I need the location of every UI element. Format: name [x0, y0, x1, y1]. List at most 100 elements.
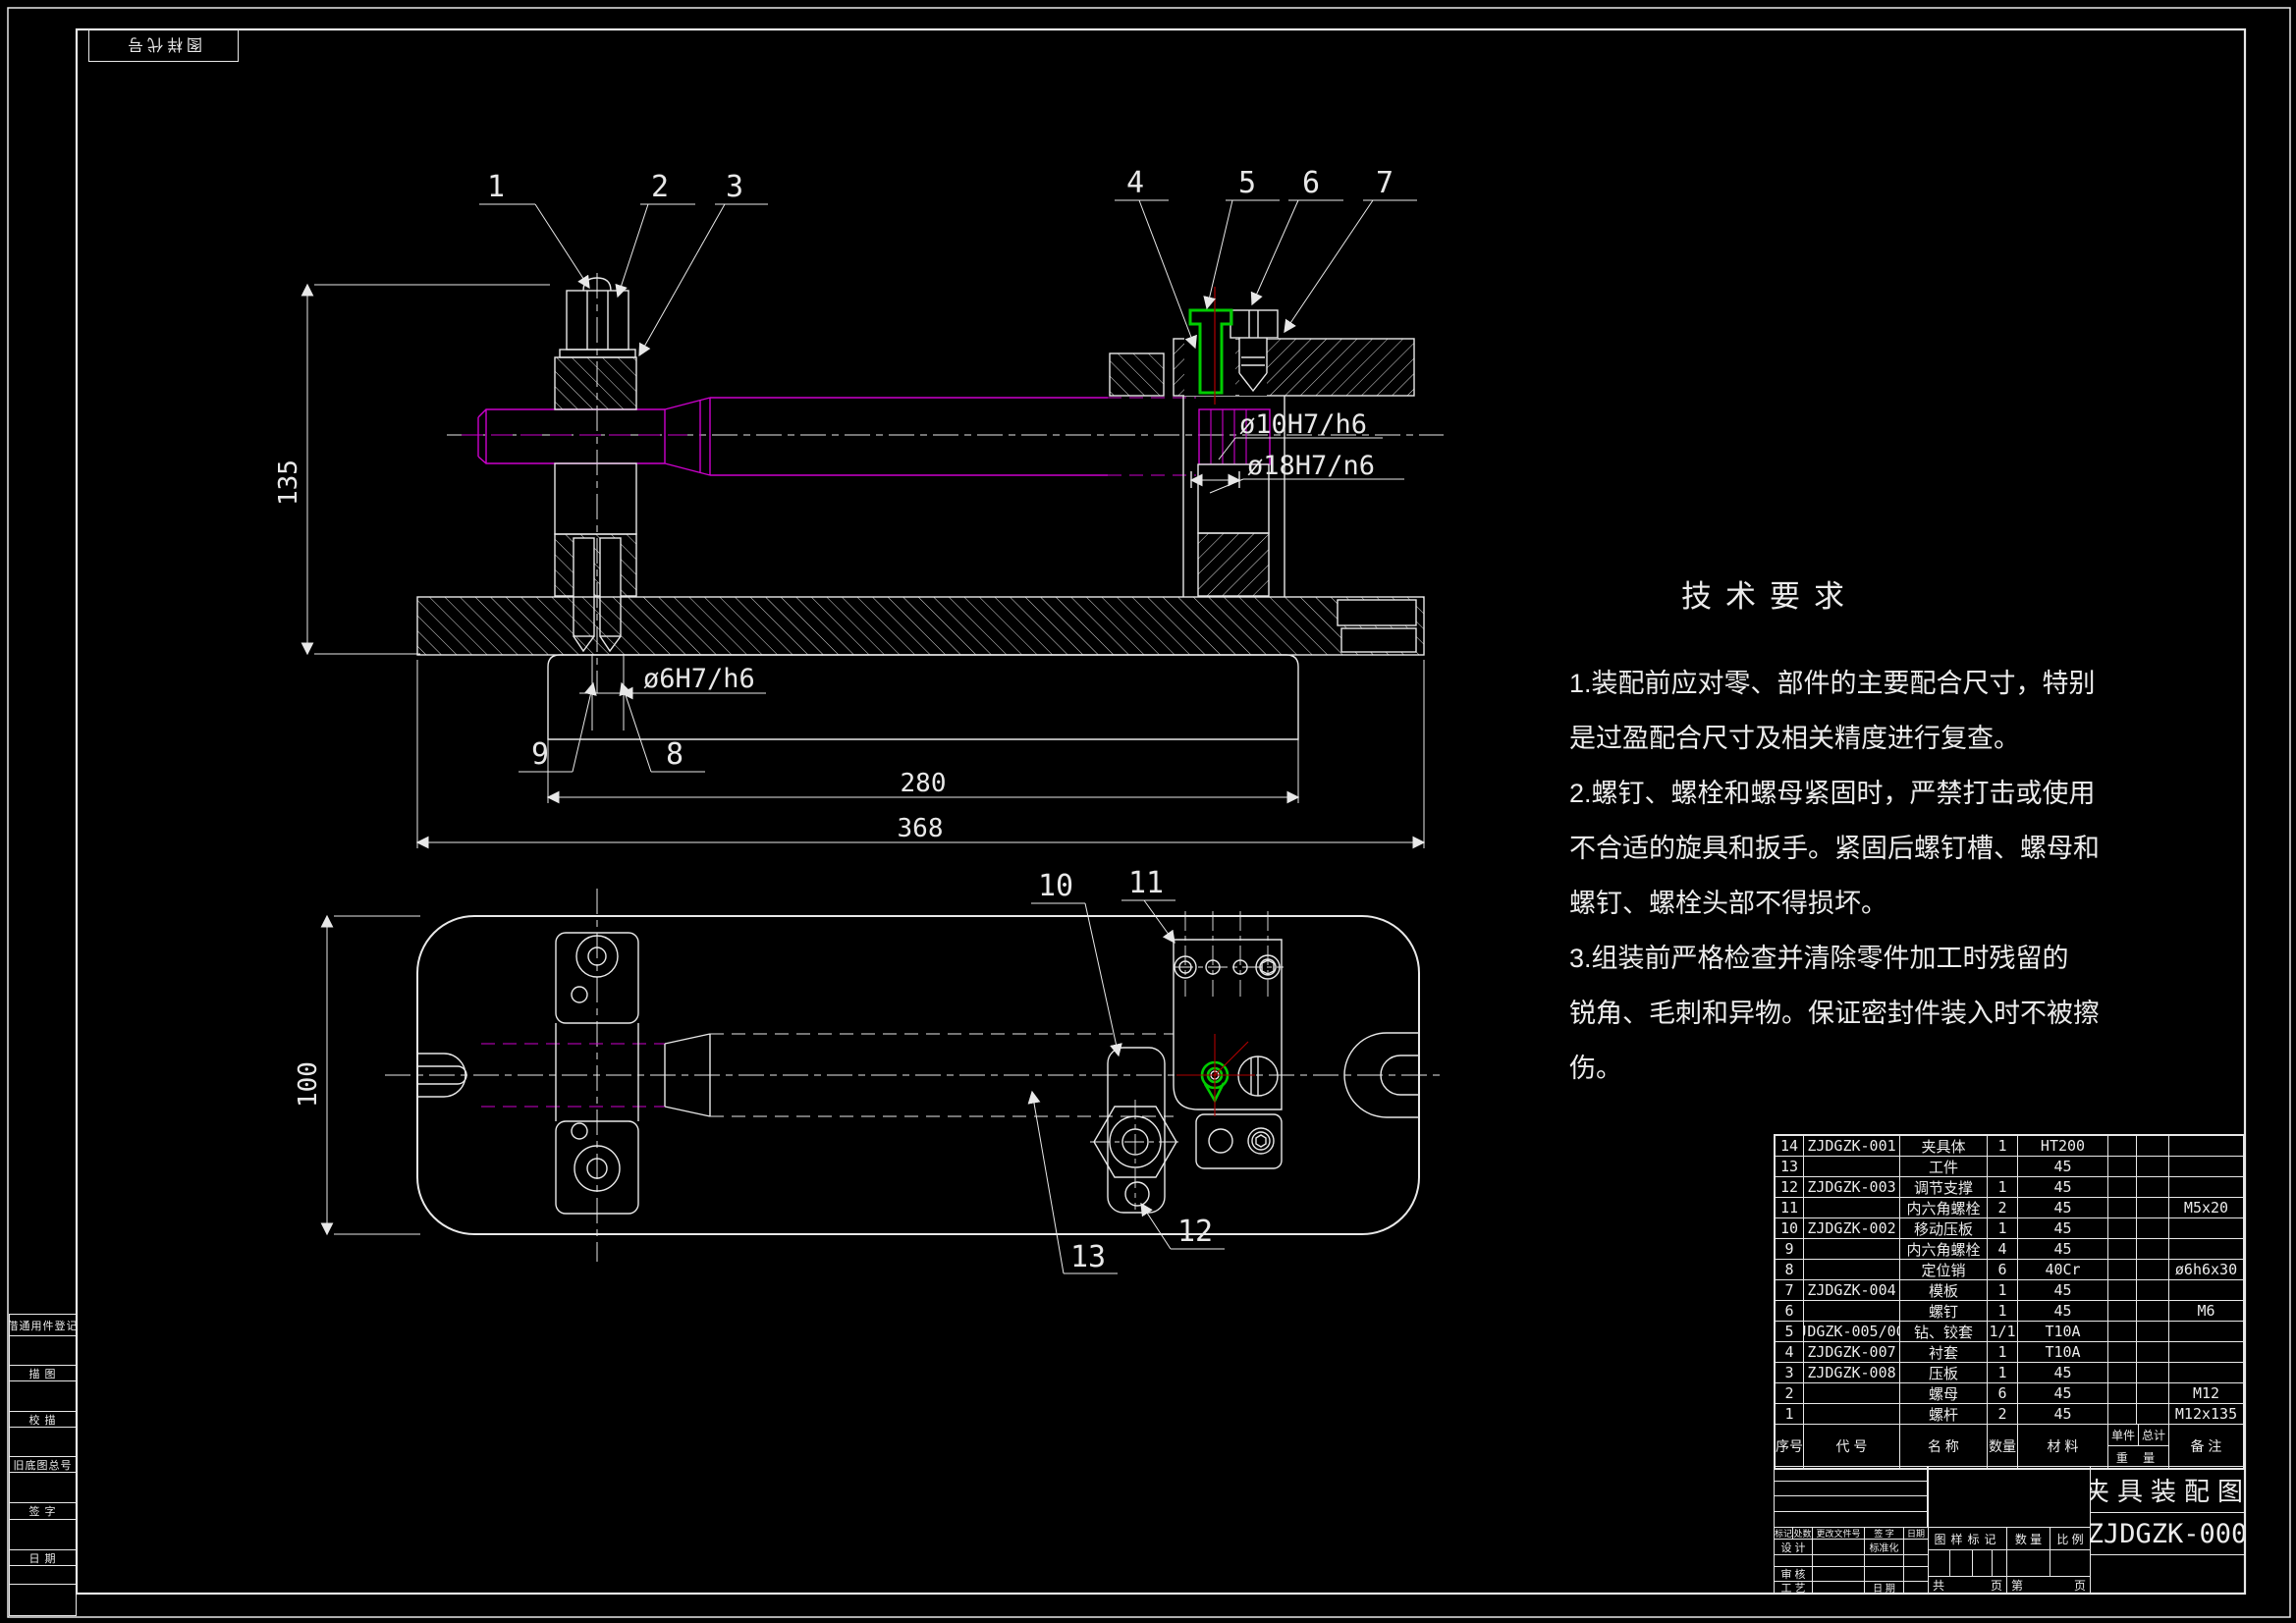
bom-cell-material: 45: [2018, 1198, 2108, 1217]
tb-process-val: [1812, 1581, 1865, 1594]
bom-cell-unit: [2108, 1363, 2137, 1382]
note-line: 1.装配前应对零、部件的主要配合尺寸，特别: [1569, 656, 2159, 711]
tb-sheet-page2-label: 页: [2074, 1577, 2086, 1594]
bom-cell-remark: [2169, 1239, 2243, 1259]
bom-cell-code: [1804, 1260, 1900, 1279]
bom-cell-qty: 1: [1988, 1280, 2018, 1300]
tb-design: 设 计: [1774, 1539, 1813, 1555]
bom-cell-remark: [2169, 1136, 2243, 1156]
tb-empty: [1949, 1549, 1973, 1577]
bom-cell-code: ZJDGZK-007: [1804, 1342, 1900, 1362]
tb-empty: [2006, 1549, 2050, 1577]
plan-view: [327, 889, 1446, 1273]
callout-6: 6: [1302, 166, 1320, 200]
bom-cell-total: [2137, 1322, 2169, 1341]
tb-empty: [1864, 1566, 1904, 1582]
bom-cell-name: 内六角螺栓: [1900, 1239, 1988, 1259]
bom-header-total: 总计: [2139, 1425, 2168, 1445]
bom-row: 8 定位销 6 40Cr ø6h6x30: [1776, 1260, 2243, 1280]
bom-cell-qty: 1/1: [1988, 1322, 2018, 1341]
bom-cell-name: 定位销: [1900, 1260, 1988, 1279]
tb-empty: [1972, 1549, 1993, 1577]
note-line: 锐角、毛刺和异物。保证密封件装入时不被擦: [1569, 986, 2159, 1041]
bom-cell-no: 4: [1776, 1342, 1804, 1362]
callout-1: 1: [487, 170, 505, 204]
bom-cell-qty: [1988, 1157, 2018, 1176]
note-line: 不合适的旋具和扳手。紧固后螺钉槽、螺母和: [1569, 821, 2159, 876]
bom-cell-total: [2137, 1198, 2169, 1217]
bom-row: 4 ZJDGZK-007 衬套 1 T10A: [1776, 1342, 2243, 1363]
callout-leaders-front: [479, 200, 1417, 772]
bom-header-no: 序号: [1776, 1425, 1804, 1468]
bom-cell-no: 14: [1776, 1136, 1804, 1156]
bom-cell-material: 45: [2018, 1404, 2108, 1424]
note-line: 螺钉、螺栓头部不得损坏。: [1569, 876, 2159, 931]
tb-empty: [1992, 1549, 2007, 1577]
tb-process: 工 艺: [1774, 1581, 1813, 1594]
callout-8: 8: [666, 737, 683, 772]
callout-3: 3: [726, 170, 743, 204]
bom-cell-qty: 1: [1988, 1363, 2018, 1382]
bom-cell-remark: M12x135: [2169, 1404, 2243, 1424]
callout-12: 12: [1177, 1215, 1213, 1249]
drill-plate-plan: [1174, 911, 1284, 1168]
bom-cell-total: [2137, 1157, 2169, 1176]
bom-cell-no: 6: [1776, 1301, 1804, 1321]
bom-cell-no: 5: [1776, 1322, 1804, 1341]
bom-cell-qty: 2: [1988, 1198, 2018, 1217]
strip-corner-block: [9, 1584, 77, 1616]
bom-cell-total: [2137, 1136, 2169, 1156]
bom-cell-total: [2137, 1218, 2169, 1238]
bom-cell-code: ZJDGZK-008: [1804, 1363, 1900, 1382]
bom-cell-material: T10A: [2018, 1342, 2108, 1362]
rev-row: [1774, 1481, 1928, 1496]
bom-cell-name: 衬套: [1900, 1342, 1988, 1362]
corner-code-box: 图样代号: [88, 29, 239, 62]
bom-cell-unit: [2108, 1404, 2137, 1424]
rev-row: [1774, 1511, 1928, 1528]
callout-11: 11: [1128, 866, 1164, 900]
tb-design-val: [1812, 1539, 1865, 1555]
strip-empty-2: [9, 1380, 77, 1412]
dim-fit-pin-text: ø6H7/h6: [643, 664, 755, 694]
bom-cell-remark: [2169, 1280, 2243, 1300]
bom-cell-remark: [2169, 1157, 2243, 1176]
bom-header-weight-group: 单件 总计 重 量: [2108, 1425, 2169, 1468]
bom-row: 11 内六角螺栓 2 45 M5x20: [1776, 1198, 2243, 1218]
bom-cell-no: 13: [1776, 1157, 1804, 1176]
fixture-body: [417, 597, 1424, 739]
strip-empty-5: [9, 1519, 77, 1550]
bom-cell-remark: [2169, 1322, 2243, 1341]
bom-cell-material: 45: [2018, 1218, 2108, 1238]
bom-cell-total: [2137, 1239, 2169, 1259]
bom-table: 14 ZJDGZK-001 夹具体 1 HT200 13 工件 45 12 ZJ…: [1774, 1134, 2245, 1470]
tb-stamp: 图样标记: [1928, 1527, 2007, 1550]
bom-cell-total: [2137, 1404, 2169, 1424]
rev-row: [1774, 1466, 1928, 1482]
bom-cell-code: ZJDGZK-005/006: [1804, 1322, 1900, 1341]
adjustable-support: [555, 278, 636, 730]
bom-row: 3 ZJDGZK-008 压板 1 45: [1776, 1363, 2243, 1383]
bom-header-row: 序号 代 号 名 称 数量 材 料 单件 总计 重 量 备 注: [1776, 1425, 2243, 1468]
callout-13: 13: [1070, 1240, 1106, 1274]
bom-cell-remark: M12: [2169, 1383, 2243, 1403]
callout-2: 2: [651, 170, 669, 204]
callout-9: 9: [531, 737, 549, 772]
tb-review: 审 核: [1774, 1566, 1813, 1582]
tb-scale: 比 例: [2050, 1527, 2091, 1550]
bom-cell-qty: 1: [1988, 1136, 2018, 1156]
bom-cell-remark: [2169, 1342, 2243, 1362]
dim-368-text: 368: [898, 814, 944, 843]
rev-row: [1774, 1495, 1928, 1512]
bom-cell-remark: [2169, 1177, 2243, 1197]
bom-cell-unit: [2108, 1177, 2137, 1197]
bom-cell-no: 12: [1776, 1177, 1804, 1197]
callout-10: 10: [1038, 869, 1073, 903]
bom-cell-remark: ø6h6x30: [2169, 1260, 2243, 1279]
bom-cell-code: ZJDGZK-001: [1804, 1136, 1900, 1156]
bom-cell-qty: 1: [1988, 1218, 2018, 1238]
bom-cell-material: 45: [2018, 1157, 2108, 1176]
bom-cell-material: HT200: [2018, 1136, 2108, 1156]
callout-7: 7: [1376, 166, 1394, 200]
strip-tracing-check: 校 描: [9, 1411, 77, 1428]
